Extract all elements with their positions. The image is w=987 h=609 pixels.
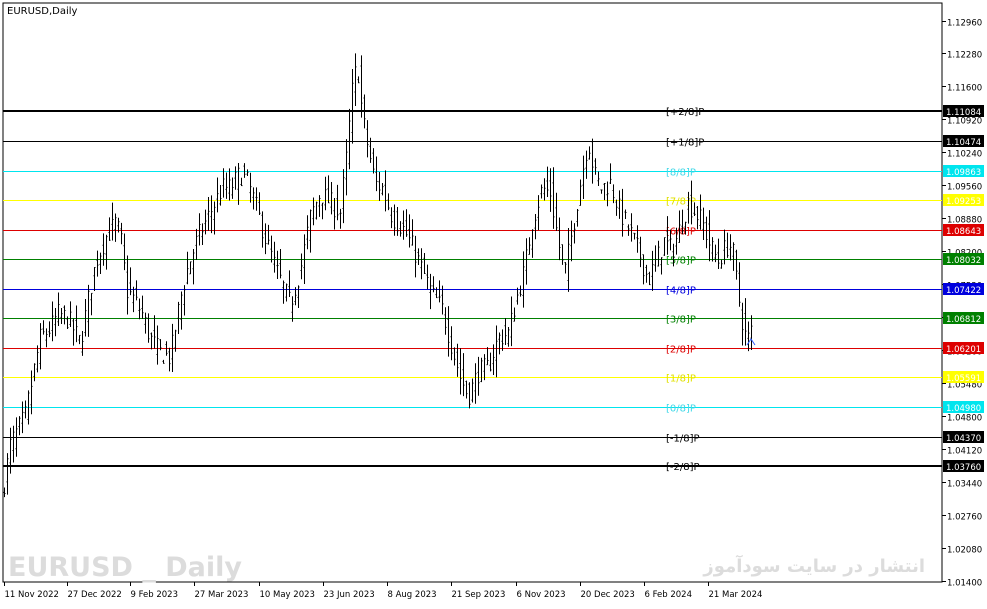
price-box-label: 1.07422	[946, 286, 981, 296]
price-box-label: 1.03760	[946, 463, 981, 473]
x-tick-label: 6 Feb 2024	[645, 590, 693, 600]
symbol-watermark: EURUSD _ Daily	[8, 552, 242, 583]
murrey-label: [8/8]P	[666, 168, 696, 179]
price-box-label: 1.06201	[946, 345, 981, 355]
x-tick-label: 6 Nov 2023	[517, 590, 566, 600]
y-tick-label: 1.01400	[947, 579, 982, 589]
murrey-label: [+1/8]P	[666, 138, 704, 149]
chart-title: EURUSD,Daily	[7, 6, 78, 17]
y-tick-label: 1.10920	[947, 117, 982, 127]
murrey-label: [3/8]P	[666, 315, 696, 326]
price-box-label: 1.11084	[946, 108, 981, 118]
murrey-label: [2/8]P	[666, 345, 696, 356]
murrey-label: [1/8]P	[666, 374, 696, 385]
y-tick-label: 1.12960	[947, 19, 982, 29]
y-tick-label: 1.04120	[947, 447, 982, 457]
price-box-label: 1.09253	[946, 197, 981, 207]
y-tick-label: 1.12280	[947, 51, 982, 61]
x-tick-label: 23 Jun 2023	[324, 590, 375, 600]
murrey-label: [5/8]P	[666, 256, 696, 267]
x-tick-label: 21 Mar 2024	[709, 590, 763, 600]
y-tick-label: 1.02080	[947, 546, 982, 556]
x-tick-label: 20 Dec 2023	[581, 590, 635, 600]
y-tick-label: 1.09560	[947, 183, 982, 193]
murrey-label: [0/8]P	[666, 404, 696, 415]
x-tick-label: 10 May 2023	[260, 590, 315, 600]
plot-frame	[2, 2, 943, 583]
x-tick-label: 11 Nov 2022	[5, 590, 59, 600]
murrey-label: [4/8]P	[666, 286, 696, 297]
price-box-label: 1.08643	[946, 227, 981, 237]
price-box-label: 1.05591	[946, 374, 981, 384]
x-tick-label: 27 Dec 2022	[68, 590, 122, 600]
murrey-label: [+2/8]P	[666, 107, 704, 118]
murrey-label: [-2/8]P	[666, 462, 700, 473]
y-tick-label: 1.02760	[947, 513, 982, 523]
x-tick-label: 21 Sep 2023	[452, 590, 506, 600]
price-chart: EURUSD _ Daily انتشار در سایت سودآموز EURU…	[2, 2, 984, 600]
murrey-label: [-1/8]P	[666, 434, 700, 445]
y-tick-label: 1.03440	[947, 480, 982, 490]
price-box-label: 1.09863	[946, 168, 981, 178]
price-box-label: 1.04980	[946, 404, 981, 414]
y-tick-label: 1.11600	[947, 84, 982, 94]
x-tick-label: 8 Aug 2023	[388, 590, 437, 600]
y-tick-label: 1.04800	[947, 414, 982, 424]
price-box-label: 1.04370	[946, 434, 981, 444]
price-box-label: 1.06812	[946, 315, 981, 325]
chart-root: EURUSD _ Daily انتشار در سایت سودآموز EURU…	[0, 0, 987, 605]
x-tick-label: 27 Mar 2023	[195, 590, 249, 600]
price-box-label: 1.10474	[946, 138, 981, 148]
price-box-label: 1.08032	[946, 256, 981, 266]
x-tick-label: 9 Feb 2023	[131, 590, 179, 600]
site-watermark: انتشار در سایت سودآموز	[702, 554, 925, 577]
y-tick-label: 1.10240	[947, 150, 982, 160]
